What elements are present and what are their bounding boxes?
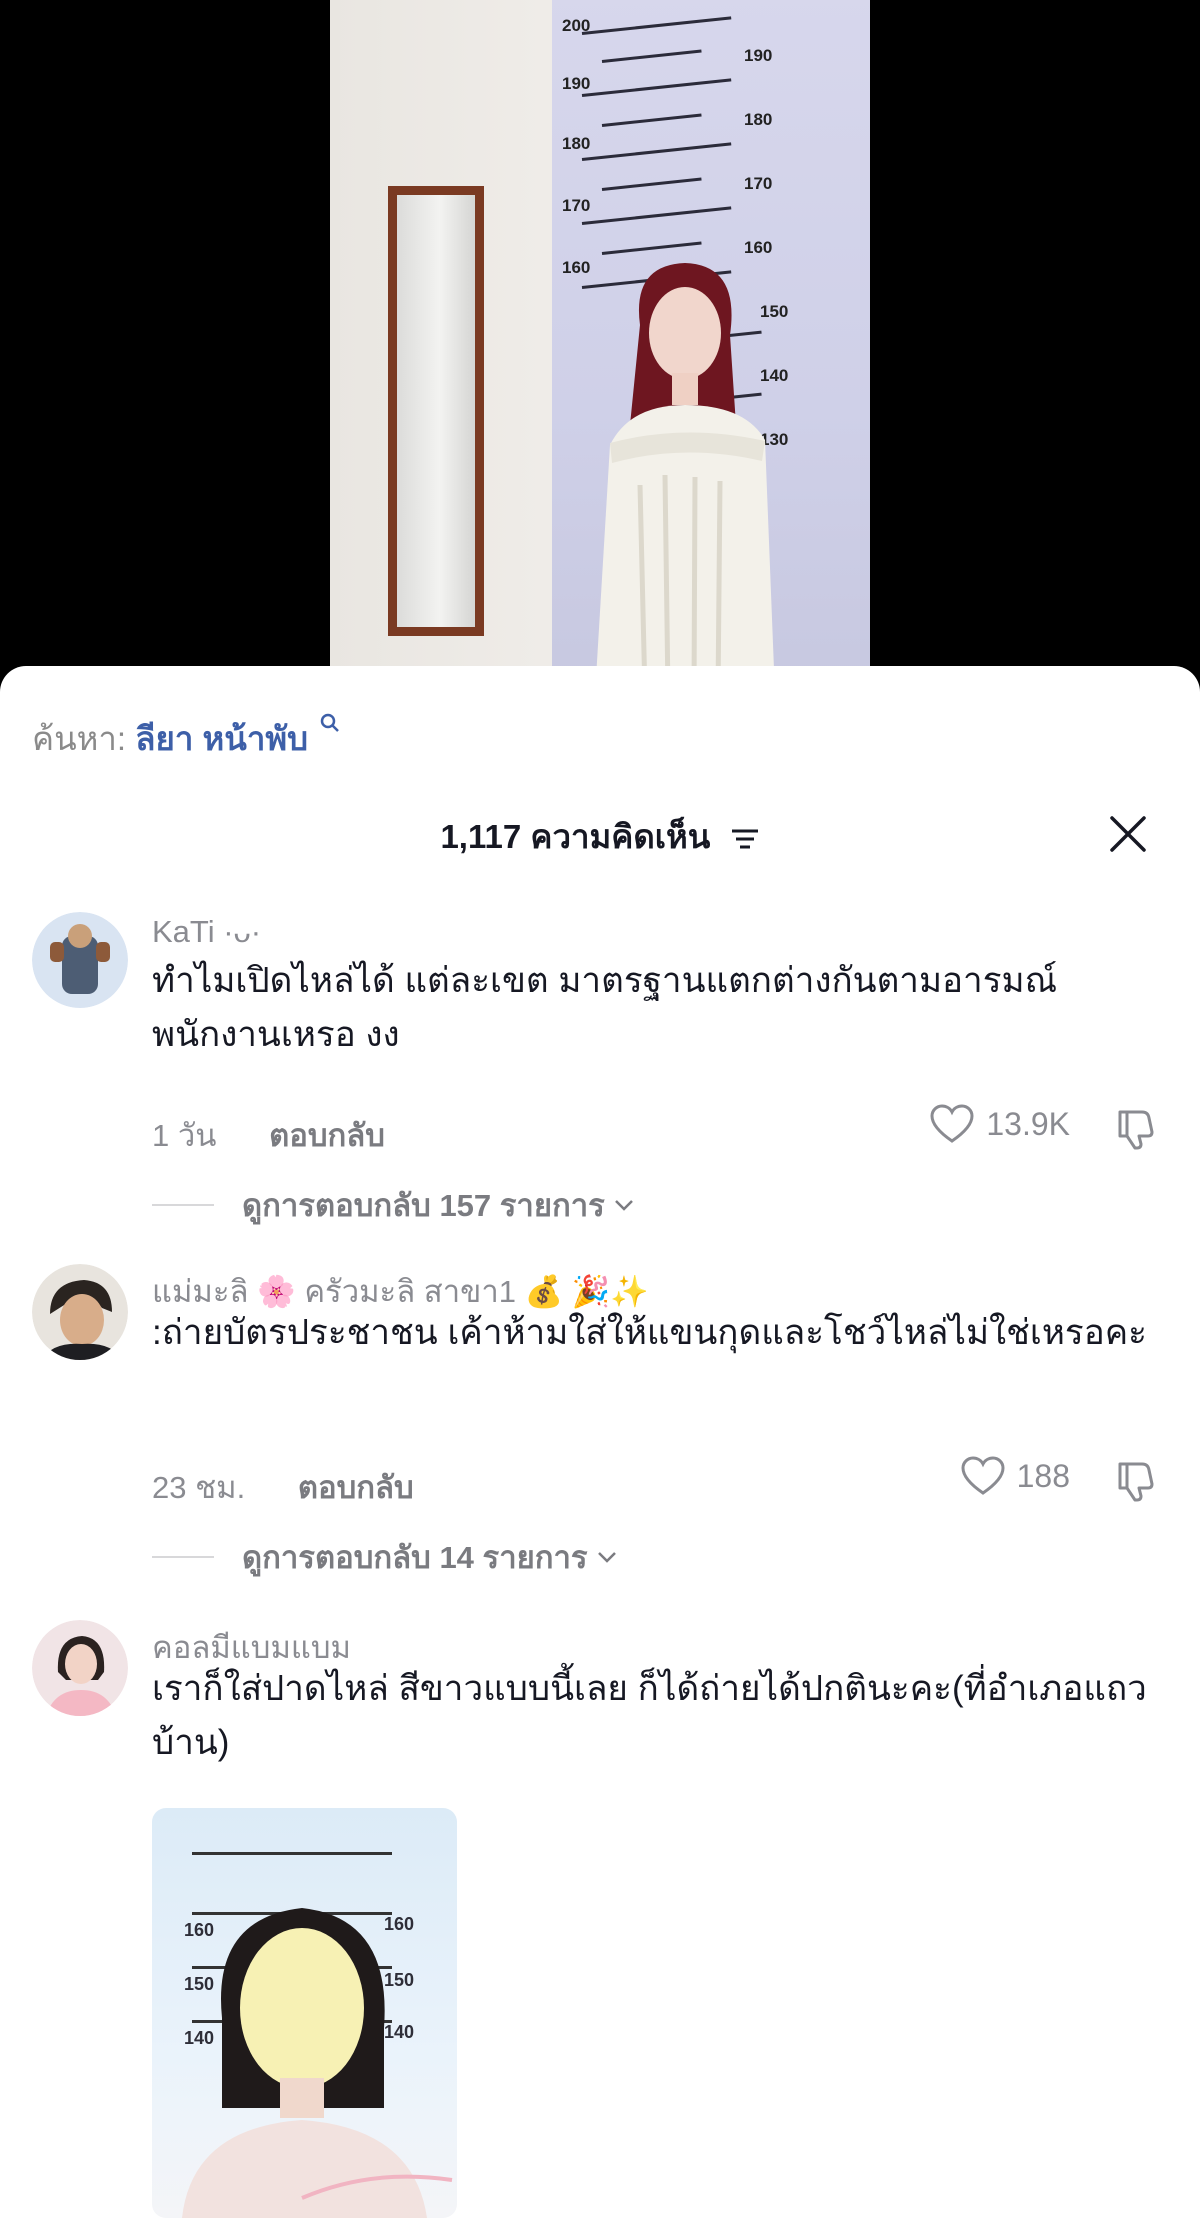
- dislike-icon[interactable]: [1112, 1458, 1158, 1504]
- scale-label: 180: [562, 134, 591, 153]
- search-icon: [321, 713, 340, 732]
- person-figure: [595, 263, 775, 690]
- close-icon[interactable]: [1108, 814, 1148, 854]
- view-replies-label: ดูการตอบกลับ 157 รายการ: [242, 1188, 605, 1223]
- comments-header: 1,117 ความคิดเห็น: [0, 810, 1200, 863]
- scale-label: 170: [744, 174, 773, 193]
- avatar[interactable]: [32, 1620, 128, 1716]
- video-player[interactable]: 200 190 190 180 180 170 170 160 160 150 …: [0, 0, 1200, 690]
- scale-label: 200: [562, 16, 591, 35]
- view-replies-button[interactable]: ดูการตอบกลับ 157 รายการ: [152, 1180, 635, 1230]
- dislike-icon[interactable]: [1112, 1106, 1158, 1152]
- like-count: 13.9K: [986, 1105, 1070, 1142]
- reply-button[interactable]: ตอบกลับ: [298, 1470, 414, 1505]
- comment-time: 1 วัน: [152, 1118, 217, 1153]
- search-label: ค้นหา:: [32, 720, 127, 757]
- scale-label: 190: [562, 74, 591, 93]
- chevron-down-icon: [614, 1200, 633, 1211]
- search-query[interactable]: ลียา หน้าพับ: [135, 720, 308, 757]
- like-button[interactable]: 188: [961, 1456, 1070, 1496]
- heart-icon: [930, 1104, 974, 1143]
- comment-attachment-image[interactable]: 160 160 150 150 140 140: [152, 1808, 457, 2218]
- comment-text: เราก็ใส่ปาดไหล่ สีขาวแบบนี้เลย ก็ได้ถ่าย…: [152, 1669, 1147, 1762]
- view-replies-button[interactable]: ดูการตอบกลับ 14 รายการ: [152, 1532, 618, 1582]
- search-suggestion[interactable]: ค้นหา: ลียา หน้าพับ: [32, 712, 341, 765]
- heart-icon: [961, 1456, 1005, 1495]
- scale-label: 190: [744, 46, 773, 65]
- like-count: 188: [1016, 1457, 1070, 1494]
- comment-time: 23 ชม.: [152, 1470, 246, 1505]
- view-replies-label: ดูการตอบกลับ 14 รายการ: [242, 1540, 588, 1575]
- comment-meta: 1 วัน ตอบกลับ: [152, 1110, 385, 1160]
- comment-text: ทำไมเปิดไหล่ได้ แต่ละเขต มาตรฐานแตกต่างก…: [152, 961, 1058, 1054]
- reply-button[interactable]: ตอบกลับ: [269, 1118, 385, 1153]
- chevron-down-icon: [597, 1552, 616, 1563]
- avatar[interactable]: [32, 912, 128, 1008]
- like-button[interactable]: 13.9K: [930, 1104, 1070, 1144]
- mirror: [388, 186, 484, 636]
- comment-meta: 23 ชม. ตอบกลับ: [152, 1462, 414, 1512]
- divider: [152, 1204, 214, 1206]
- scale-label: 170: [562, 196, 591, 215]
- sort-filter-icon[interactable]: [730, 826, 760, 852]
- avatar[interactable]: [32, 1264, 128, 1360]
- comments-count: 1,117 ความคิดเห็น: [440, 818, 711, 855]
- divider: [152, 1556, 214, 1558]
- scale-label: 180: [744, 110, 773, 129]
- portrait-photo: [182, 1908, 453, 2218]
- comment-username[interactable]: KaTi ·ᴗ·: [152, 914, 261, 950]
- comment-text: :ถ่ายบัตรประชาชน เค้าห้ามใส่ให้แขนกุดและ…: [152, 1313, 1147, 1352]
- video-frame: 200 190 190 180 180 170 170 160 160 150 …: [330, 0, 870, 690]
- comments-sheet: ค้นหา: ลียา หน้าพับ 1,117 ความคิดเห็น Ka…: [0, 666, 1200, 2234]
